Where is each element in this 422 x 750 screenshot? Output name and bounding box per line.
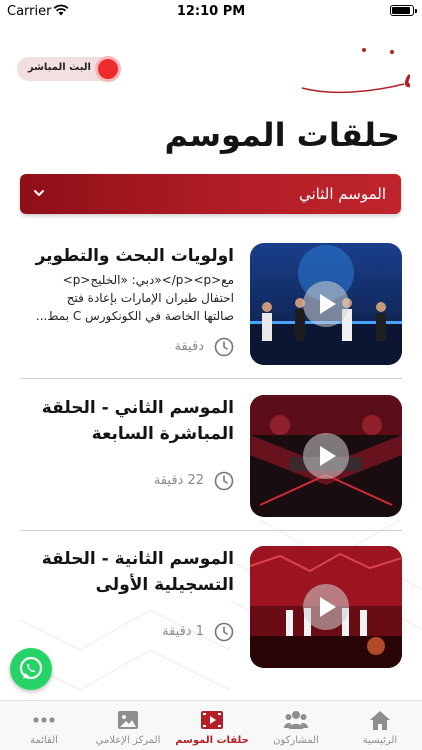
episode-card[interactable]: الموسم الثانية - الحلقة التسجيلية الأولى… xyxy=(20,546,402,682)
divider xyxy=(20,530,402,531)
tab-season-episodes[interactable]: حلقات الموسم xyxy=(170,701,254,750)
duration-text: 1 دقيقة xyxy=(162,624,204,639)
episode-duration: دقيقة xyxy=(20,337,234,359)
episode-duration: 22 دقيقة xyxy=(20,471,234,493)
video-icon xyxy=(201,711,223,729)
clock-time: 12:10 PM xyxy=(176,4,246,19)
clock-icon xyxy=(214,337,234,357)
tab-label: الرئيسية xyxy=(362,735,398,746)
episode-card[interactable]: اولويات البحث والتطوير مع<p><p/>«دبي: «ا… xyxy=(20,243,402,379)
episode-duration: 1 دقيقة xyxy=(20,622,234,644)
duration-text: 22 دقيقة xyxy=(153,473,204,488)
people-icon xyxy=(284,711,308,729)
battery-icon xyxy=(390,5,417,16)
clock-icon xyxy=(214,471,234,491)
status-bar: Carrier 12:10 PM xyxy=(0,0,422,24)
more-icon xyxy=(33,717,55,723)
episode-card[interactable]: الموسم الثاني - الحلقة المباشرة السابعة … xyxy=(20,395,402,531)
episode-thumbnail[interactable] xyxy=(250,395,402,517)
episode-thumbnail[interactable] xyxy=(250,243,402,365)
tab-media-center[interactable]: المركز الإعلامي xyxy=(86,701,170,750)
svg-text:الكونكورس: الكونكورس xyxy=(403,53,410,88)
whatsapp-button[interactable] xyxy=(10,648,52,690)
season-dropdown[interactable]: الموسم الثاني xyxy=(20,174,401,214)
episode-title: الموسم الثانية - الحلقة التسجيلية الأولى xyxy=(41,549,234,595)
play-icon[interactable] xyxy=(303,433,349,479)
image-icon xyxy=(118,711,138,729)
tab-home[interactable]: الرئيسية xyxy=(338,701,422,750)
divider xyxy=(20,378,402,379)
clock-icon xyxy=(214,622,234,642)
live-broadcast-button[interactable]: البث المباشر xyxy=(17,57,119,81)
episode-title: اولويات البحث والتطوير xyxy=(35,246,234,266)
live-broadcast-label: البث المباشر xyxy=(27,62,91,73)
page-title: حلقات الموسم xyxy=(164,116,400,154)
season-selected-label: الموسم الثاني xyxy=(299,185,386,203)
tab-participants[interactable]: المشاركون xyxy=(254,701,338,750)
tab-bar: الرئيسية المشاركون حلقات الموسم المركز ا… xyxy=(0,700,422,750)
duration-text: دقيقة xyxy=(174,339,204,354)
episode-thumbnail[interactable] xyxy=(250,546,402,668)
tab-label: القائمة xyxy=(30,735,58,746)
episode-title: الموسم الثاني - الحلقة المباشرة السابعة xyxy=(41,398,234,444)
tab-menu[interactable]: القائمة xyxy=(2,701,86,750)
play-icon[interactable] xyxy=(303,281,349,327)
tab-label: حلقات الموسم xyxy=(175,735,249,746)
live-indicator-dot xyxy=(98,59,118,79)
home-icon xyxy=(370,711,390,730)
concourse-logo: الكونكورس xyxy=(301,48,410,94)
play-icon[interactable] xyxy=(303,584,349,630)
tab-label: المشاركون xyxy=(273,735,319,746)
tab-label: المركز الإعلامي xyxy=(95,735,161,746)
chevron-down-icon xyxy=(34,190,44,196)
whatsapp-icon xyxy=(19,656,43,680)
episode-description: مع<p><p/>«دبي: «الخليج<p> احتفال طيران ا… xyxy=(35,273,234,323)
